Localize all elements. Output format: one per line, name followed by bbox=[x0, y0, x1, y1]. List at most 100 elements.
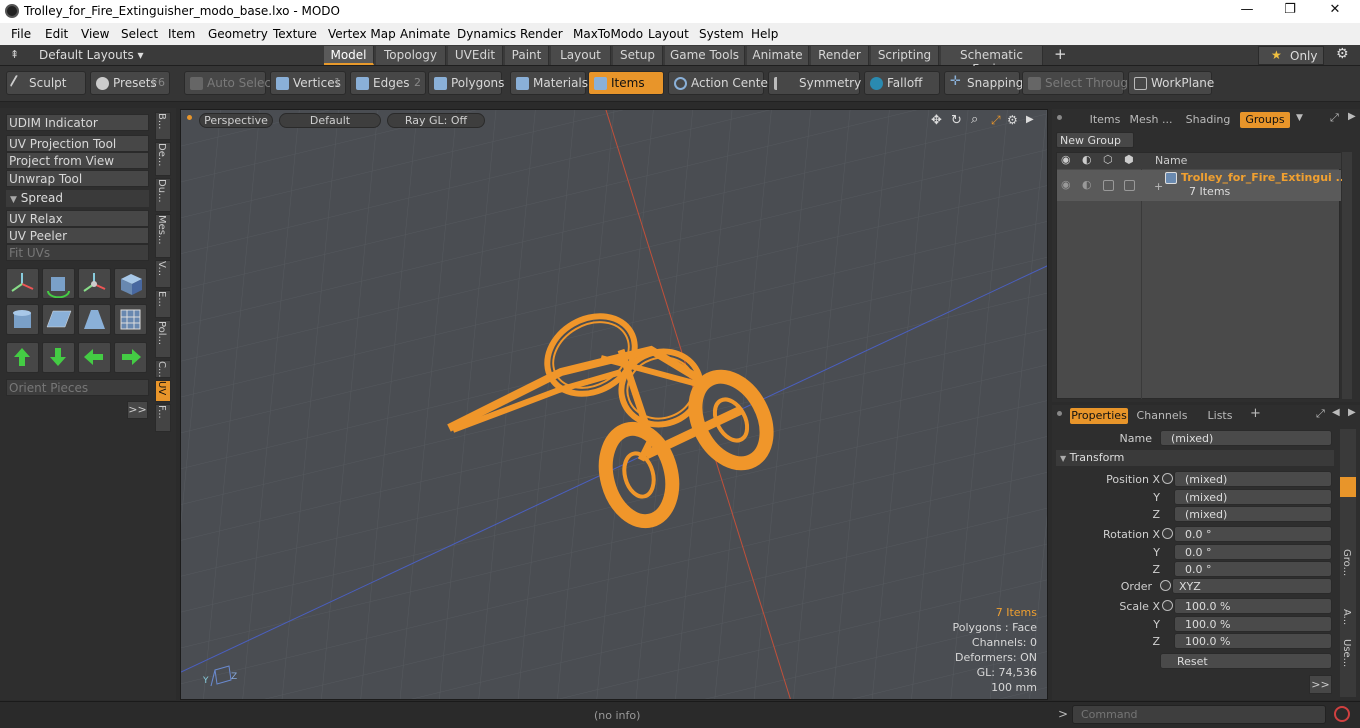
rotation-y-field[interactable]: 0.0 ° bbox=[1174, 544, 1332, 560]
uv-grid-icon[interactable] bbox=[114, 304, 147, 335]
vtab-mes[interactable]: Mes... bbox=[155, 214, 171, 258]
tab-shading[interactable]: Shading bbox=[1182, 112, 1234, 128]
position-radio[interactable] bbox=[1162, 473, 1173, 484]
view-type-dropdown[interactable]: Perspective bbox=[199, 113, 273, 128]
tab-schematic-fusion[interactable]: Schematic Fusion bbox=[941, 46, 1043, 76]
default-layouts-dropdown[interactable]: Default Layouts ▾ bbox=[39, 48, 144, 62]
uv-transform-icon[interactable] bbox=[6, 268, 39, 299]
uv-relax-button[interactable]: UV Relax bbox=[6, 210, 149, 227]
tabs-dropdown-icon[interactable]: ▼ bbox=[1296, 113, 1303, 123]
vtab-du[interactable]: Du... bbox=[155, 178, 171, 212]
arrow-up-icon[interactable] bbox=[6, 342, 39, 373]
rotation-z-field[interactable]: 0.0 ° bbox=[1174, 561, 1332, 577]
position-y-field[interactable]: (mixed) bbox=[1174, 489, 1332, 505]
rotate-view-icon[interactable]: ↻ bbox=[951, 113, 962, 128]
only-toggle[interactable]: ★ Only bbox=[1258, 46, 1324, 65]
tab-game-tools[interactable]: Game Tools bbox=[665, 46, 745, 65]
minimize-button[interactable]: — bbox=[1236, 2, 1258, 20]
more-tools-button[interactable]: >> bbox=[127, 401, 148, 419]
select-through-button[interactable]: Select Through bbox=[1022, 71, 1136, 95]
groups-scrollbar[interactable] bbox=[1342, 152, 1352, 399]
viewport-expand-icon[interactable]: ▶ bbox=[1026, 114, 1034, 125]
uv-move-icon[interactable] bbox=[78, 268, 111, 299]
order-dropdown[interactable]: XYZ bbox=[1172, 578, 1332, 594]
props-arrow-left-icon[interactable]: ◀ bbox=[1332, 407, 1340, 418]
vtab-e[interactable]: E... bbox=[155, 290, 171, 318]
symmetry-button[interactable]: Symmetry bbox=[768, 71, 861, 95]
group-row[interactable]: ◉ ◐ + Trolley_for_Fire_Extingui ... 7 It… bbox=[1057, 170, 1348, 201]
menu-file[interactable]: File bbox=[11, 27, 31, 41]
menu-texture[interactable]: Texture bbox=[273, 27, 317, 41]
tab-groups[interactable]: Groups bbox=[1240, 112, 1290, 128]
tab-animate[interactable]: Animate bbox=[747, 46, 809, 65]
udim-indicator-button[interactable]: UDIM Indicator bbox=[6, 114, 149, 131]
uv-perspective-icon[interactable] bbox=[78, 304, 111, 335]
reset-dropdown[interactable]: Reset bbox=[1160, 653, 1332, 669]
shading-dropdown[interactable]: Default bbox=[279, 113, 381, 128]
uv-box-icon[interactable] bbox=[114, 268, 147, 299]
maximize-button[interactable]: ❐ bbox=[1279, 2, 1301, 20]
tab-setup[interactable]: Setup bbox=[613, 46, 663, 65]
vtab-pol[interactable]: Pol... bbox=[155, 320, 171, 358]
uv-planar-icon[interactable] bbox=[42, 304, 75, 335]
menu-edit[interactable]: Edit bbox=[45, 27, 68, 41]
auto-select-button[interactable]: Auto Select bbox=[184, 71, 276, 95]
menu-select[interactable]: Select bbox=[121, 27, 158, 41]
side-tab-gro[interactable]: Gro... bbox=[1341, 549, 1352, 576]
rotation-radio[interactable] bbox=[1162, 528, 1173, 539]
vtab-uv[interactable]: UV bbox=[155, 380, 171, 402]
order-radio[interactable] bbox=[1160, 580, 1171, 591]
add-tab-button[interactable]: + bbox=[1250, 406, 1261, 421]
uv-cylinder-icon[interactable] bbox=[6, 304, 39, 335]
tab-topology[interactable]: Topology bbox=[376, 46, 446, 65]
transform-section[interactable]: ▼ Transform bbox=[1056, 450, 1334, 466]
panel-expand-icon[interactable]: ⤢ bbox=[1330, 111, 1339, 125]
tab-layout[interactable]: Layout bbox=[551, 46, 611, 65]
uv-rotate-icon[interactable] bbox=[42, 268, 75, 299]
fit-uvs-button[interactable]: Fit UVs bbox=[6, 244, 149, 261]
maximize-view-icon[interactable]: ⤢ bbox=[991, 113, 1001, 128]
row-eye-icon[interactable]: ◉ bbox=[1061, 178, 1071, 191]
position-z-field[interactable]: (mixed) bbox=[1174, 506, 1332, 522]
orient-pieces-button[interactable]: Orient Pieces bbox=[6, 379, 149, 396]
sculpt-button[interactable]: Sculpt bbox=[6, 71, 86, 95]
position-x-field[interactable]: (mixed) bbox=[1174, 471, 1332, 487]
tab-paint[interactable]: Paint bbox=[505, 46, 549, 65]
spread-section[interactable]: ▼ Spread bbox=[6, 190, 149, 207]
tab-mesh[interactable]: Mesh ... bbox=[1128, 112, 1174, 128]
falloff-button[interactable]: Falloff bbox=[864, 71, 940, 95]
menu-animate[interactable]: Animate bbox=[400, 27, 450, 41]
scale-z-field[interactable]: 100.0 % bbox=[1174, 633, 1332, 649]
arrow-left-icon[interactable] bbox=[78, 342, 111, 373]
snapping-button[interactable]: ✛ Snapping bbox=[944, 71, 1023, 95]
zoom-icon[interactable]: ⌕ bbox=[971, 112, 978, 127]
project-from-view-button[interactable]: Project from View bbox=[6, 152, 149, 169]
unwrap-tool-button[interactable]: Unwrap Tool bbox=[6, 170, 149, 187]
vtab-c[interactable]: C... bbox=[155, 360, 171, 378]
vtab-de[interactable]: De... bbox=[155, 142, 171, 176]
arrow-down-icon[interactable] bbox=[42, 342, 75, 373]
menu-geometry[interactable]: Geometry bbox=[208, 27, 268, 41]
new-group-button[interactable]: New Group bbox=[1056, 132, 1134, 148]
tab-items[interactable]: Items bbox=[1080, 112, 1130, 128]
menu-dynamics[interactable]: Dynamics bbox=[457, 27, 516, 41]
menu-help[interactable]: Help bbox=[751, 27, 778, 41]
uv-peeler-button[interactable]: UV Peeler bbox=[6, 227, 149, 244]
add-layout-button[interactable]: + bbox=[1054, 45, 1067, 63]
viewport-gear-icon[interactable]: ⚙ bbox=[1007, 113, 1018, 127]
uv-projection-tool-button[interactable]: UV Projection Tool bbox=[6, 135, 149, 152]
tab-lists[interactable]: Lists bbox=[1198, 408, 1242, 424]
name-field[interactable]: (mixed) bbox=[1160, 430, 1332, 446]
props-menu-dot[interactable] bbox=[1057, 411, 1062, 416]
menu-vertex-map[interactable]: Vertex Map bbox=[328, 27, 396, 41]
vtab-f[interactable]: F... bbox=[155, 404, 171, 432]
gear-icon[interactable]: ⚙ bbox=[1336, 46, 1349, 62]
arrow-right-icon[interactable] bbox=[114, 342, 147, 373]
row-select-checkbox[interactable] bbox=[1124, 180, 1135, 191]
props-arrow-right-icon[interactable]: ▶ bbox=[1348, 407, 1356, 418]
layouts-arrow-icon[interactable]: ⇞ bbox=[10, 48, 19, 61]
props-more-button[interactable]: >> bbox=[1309, 675, 1332, 694]
panel-arrow-icon[interactable]: ▶ bbox=[1348, 111, 1356, 122]
record-icon[interactable] bbox=[1334, 706, 1350, 722]
tab-channels[interactable]: Channels bbox=[1136, 408, 1188, 424]
